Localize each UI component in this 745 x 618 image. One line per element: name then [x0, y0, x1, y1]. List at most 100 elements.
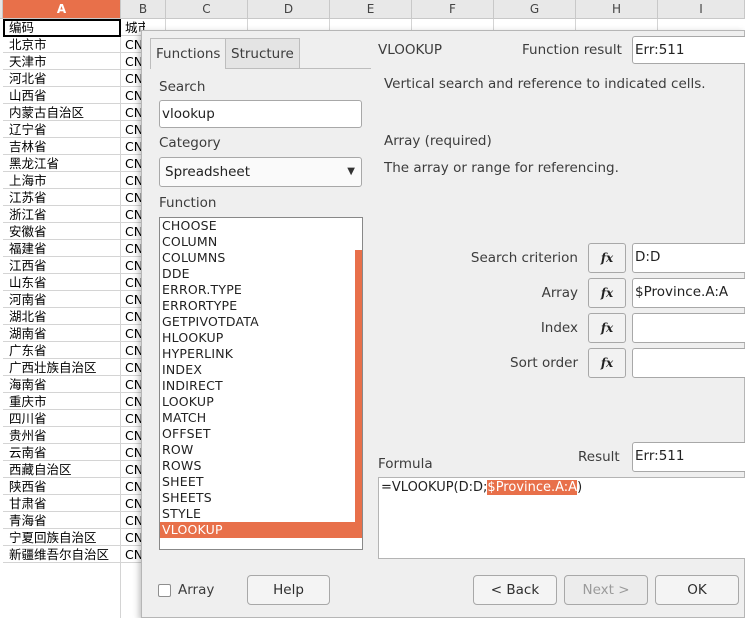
cell-a[interactable]: 广东省 [9, 342, 47, 359]
function-list[interactable]: CHOOSE COLUMN COLUMNS DDE ERROR.TYPE ERRORTYP… [159, 217, 363, 550]
category-value: Spreadsheet [165, 164, 251, 180]
function-wizard-dialog: Functions Structure Search vlookup Categ… [141, 30, 745, 618]
cell-a[interactable]: 北京市 [9, 36, 47, 53]
function-list-item[interactable]: COLUMNS [160, 250, 356, 266]
cell-a[interactable]: 吉林省 [9, 138, 47, 155]
index-input[interactable] [632, 313, 745, 343]
result-label: Result [578, 449, 620, 465]
function-list-item[interactable]: HLOOKUP [160, 330, 356, 346]
function-list-item[interactable]: MATCH [160, 410, 356, 426]
function-wizard-icon[interactable]: fx [588, 313, 626, 343]
function-description: Vertical search and reference to indicat… [384, 76, 706, 92]
column-header-e[interactable]: E [330, 0, 412, 19]
cell-a[interactable]: 山东省 [9, 274, 47, 291]
cell-a[interactable]: 四川省 [9, 410, 47, 427]
column-header-i[interactable]: I [658, 0, 745, 19]
function-label: Function [159, 195, 217, 211]
function-list-item[interactable]: SHEET [160, 474, 356, 490]
column-header-f[interactable]: F [412, 0, 494, 19]
cell-a[interactable]: 湖南省 [9, 325, 47, 342]
cell-a[interactable]: 河南省 [9, 291, 47, 308]
sort-order-input[interactable] [632, 348, 745, 378]
parameter-description: The array or range for referencing. [384, 160, 619, 176]
cell-a[interactable]: 宁夏回族自治区 [9, 529, 97, 546]
function-result-field: Err:511 [632, 36, 745, 64]
cell-a[interactable]: 陕西省 [9, 478, 47, 495]
cell-a[interactable]: 上海市 [9, 172, 47, 189]
search-criterion-input[interactable]: D:D [632, 243, 745, 273]
column-header-a[interactable]: A [3, 0, 121, 19]
formula-editor[interactable]: =VLOOKUP(D:D;$Province.A:A) [378, 477, 745, 559]
function-list-item[interactable]: ROW [160, 442, 356, 458]
cell-a[interactable]: 广西壮族自治区 [9, 359, 97, 376]
function-name: VLOOKUP [378, 42, 443, 58]
function-list-item[interactable]: INDIRECT [160, 378, 356, 394]
parameter-title: Array (required) [384, 133, 492, 149]
result-field: Err:511 [632, 442, 745, 472]
cell-a[interactable]: 贵州省 [9, 427, 47, 444]
function-list-item[interactable]: DDE [160, 266, 356, 282]
triangle-down-icon: ▼ [347, 166, 355, 177]
tab-structure[interactable]: Structure [225, 38, 300, 68]
function-list-item[interactable]: OFFSET [160, 426, 356, 442]
sort-order-label: Sort order [510, 355, 578, 371]
cell-a[interactable]: 福建省 [9, 240, 47, 257]
function-list-item[interactable]: INDEX [160, 362, 356, 378]
array-checkbox-label: Array [178, 582, 215, 598]
cell-a[interactable]: 甘肃省 [9, 495, 47, 512]
array-checkbox[interactable] [158, 584, 171, 597]
function-result-label: Function result [522, 42, 622, 58]
function-list-item[interactable]: ERROR.TYPE [160, 282, 356, 298]
function-list-item[interactable]: LOOKUP [160, 394, 356, 410]
category-label: Category [159, 135, 221, 151]
column-header-b[interactable]: B [121, 0, 166, 19]
function-list-scrollbar[interactable] [355, 218, 362, 549]
function-list-item[interactable]: STYLE [160, 506, 356, 522]
help-button[interactable]: Help [247, 575, 330, 605]
function-list-item[interactable]: CHOOSE [160, 218, 356, 234]
cell-a[interactable]: 江西省 [9, 257, 47, 274]
category-select[interactable]: Spreadsheet ▼ [159, 157, 362, 187]
cell-a[interactable]: 江苏省 [9, 189, 47, 206]
cell-a[interactable]: 青海省 [9, 512, 47, 529]
function-list-item[interactable]: SHEETS [160, 490, 356, 506]
cell-a[interactable]: 辽宁省 [9, 121, 47, 138]
function-list-item[interactable]: VLOOKUP [160, 522, 356, 538]
column-header-h[interactable]: H [576, 0, 658, 19]
next-button[interactable]: Next > [564, 575, 648, 605]
column-header-g[interactable]: G [494, 0, 576, 19]
function-list-item[interactable]: HYPERLINK [160, 346, 356, 362]
cell-a[interactable]: 山西省 [9, 87, 47, 104]
cell-a[interactable]: 重庆市 [9, 393, 47, 410]
search-input[interactable]: vlookup [159, 100, 362, 128]
back-button[interactable]: < Back [473, 575, 557, 605]
cell-a[interactable]: 内蒙古自治区 [9, 104, 84, 121]
function-wizard-icon[interactable]: fx [588, 278, 626, 308]
cell-a[interactable]: 云南省 [9, 444, 47, 461]
cell-a[interactable]: 黑龙江省 [9, 155, 59, 172]
column-header-d[interactable]: D [248, 0, 330, 19]
column-header-c[interactable]: C [166, 0, 248, 19]
cell-a[interactable]: 河北省 [9, 70, 47, 87]
cell-a[interactable]: 西藏自治区 [9, 461, 72, 478]
function-wizard-icon[interactable]: fx [588, 243, 626, 273]
cell-a[interactable]: 新疆维吾尔自治区 [9, 546, 109, 563]
cell-a[interactable]: 安徽省 [9, 223, 47, 240]
tab-functions[interactable]: Functions [150, 38, 227, 69]
formula-label: Formula [378, 456, 433, 472]
ok-button[interactable]: OK [655, 575, 739, 605]
function-list-item[interactable]: GETPIVOTDATA [160, 314, 356, 330]
array-input[interactable]: $Province.A:A [632, 278, 745, 308]
search-label: Search [159, 79, 206, 95]
cell-a[interactable]: 浙江省 [9, 206, 47, 223]
cell-a[interactable]: 海南省 [9, 376, 47, 393]
function-list-item[interactable]: ROWS [160, 458, 356, 474]
function-list-item[interactable]: COLUMN [160, 234, 356, 250]
function-wizard-icon[interactable]: fx [588, 348, 626, 378]
cell-a[interactable]: 湖北省 [9, 308, 47, 325]
cell-a[interactable]: 天津市 [9, 53, 47, 70]
formula-text: =VLOOKUP(D:D;$Province.A:A) [381, 480, 583, 495]
scrollbar-thumb[interactable] [355, 250, 362, 538]
index-label: Index [540, 320, 578, 336]
function-list-item[interactable]: ERRORTYPE [160, 298, 356, 314]
